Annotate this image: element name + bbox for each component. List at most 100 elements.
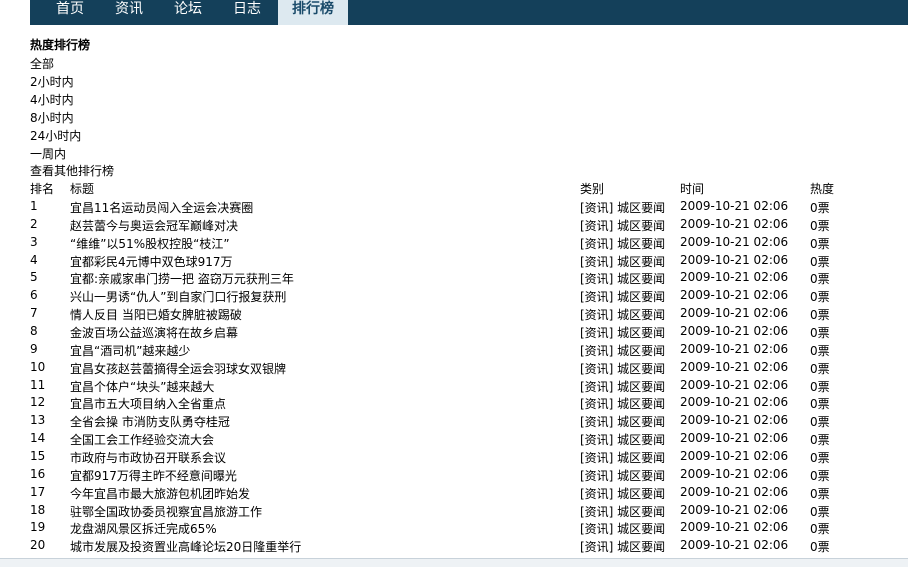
row-title-link[interactable]: 赵芸蕾今与奥运会冠军巅峰对决 <box>70 217 238 234</box>
row-category-link[interactable]: [资讯] 城区要闻 <box>580 342 665 359</box>
row-rank: 20 <box>30 538 46 553</box>
row-time: 2009-10-21 02:06 <box>680 270 789 285</box>
row-category-link[interactable]: [资讯] 城区要闻 <box>580 431 665 448</box>
row-time: 2009-10-21 02:06 <box>680 466 789 481</box>
row-time: 2009-10-21 02:06 <box>680 324 789 338</box>
row-rank: 7 <box>30 306 38 321</box>
row-category-link[interactable]: [资讯] 城区要闻 <box>580 395 665 412</box>
row-category-link[interactable]: [资讯] 城区要闻 <box>580 270 665 287</box>
row-time: 2009-10-21 02:06 <box>680 395 789 410</box>
row-title-link[interactable]: 驻鄂全国政协委员视察宜昌旅游工作 <box>70 503 262 520</box>
row-title-link[interactable]: 市政府与市政协召开联系会议 <box>70 449 226 466</box>
row-title-link[interactable]: “维维”以51%股权控股“枝江” <box>70 235 230 252</box>
row-title-link[interactable]: 宜都彩民4元博中双色球917万 <box>70 253 233 270</box>
table-row: 6 兴山一男诱“仇人”到自家门口行报复获刑 [资讯] 城区要闻 2009-10-21 … <box>0 288 908 306</box>
table-row: 18 驻鄂全国政协委员视察宜昌旅游工作 [资讯] 城区要闻 2009-10-21 02… <box>0 503 908 521</box>
row-category-link[interactable]: [资讯] 城区要闻 <box>580 288 665 305</box>
row-heat: 0票 <box>810 218 830 233</box>
filter-2h[interactable]: 2小时内 <box>30 73 74 90</box>
row-rank: 4 <box>30 252 38 267</box>
row-heat: 0票 <box>810 397 830 412</box>
row-heat: 0票 <box>810 272 830 287</box>
table-row: 5 宜都:亲戚家串门捞一把 盗窃万元获刑三年 [资讯] 城区要闻 2009-10-21… <box>0 270 908 288</box>
table-header: 排名 标题 类别 时间 热度 <box>0 180 908 198</box>
row-title-link[interactable]: 全国工会工作经验交流大会 <box>70 431 214 448</box>
nav-blog[interactable]: 日志 <box>233 0 261 25</box>
row-rank: 16 <box>30 466 46 481</box>
row-title-link[interactable]: 城市发展及投资置业高峰论坛20日隆重举行 <box>70 538 301 555</box>
row-title-link[interactable]: 兴山一男诱“仇人”到自家门口行报复获刑 <box>70 288 286 305</box>
row-rank: 9 <box>30 341 38 356</box>
row-heat: 0票 <box>810 308 830 323</box>
row-title-link[interactable]: 宜都:亲戚家串门捞一把 盗窃万元获刑三年 <box>70 270 294 287</box>
row-rank: 3 <box>30 234 38 249</box>
row-category-link[interactable]: [资讯] 城区要闻 <box>580 449 665 466</box>
row-heat: 0票 <box>810 254 830 269</box>
table-row: 7 情人反目 当阳已婚女脾脏被踢破 [资讯] 城区要闻 2009-10-21 02:0… <box>0 306 908 324</box>
row-category-link[interactable]: [资讯] 城区要闻 <box>580 253 665 270</box>
row-category-link[interactable]: [资讯] 城区要闻 <box>580 324 665 341</box>
filter-all[interactable]: 全部 <box>30 55 54 72</box>
row-category-link[interactable]: [资讯] 城区要闻 <box>580 199 665 216</box>
row-title-link[interactable]: 龙盘湖风景区拆迁完成65% <box>70 520 217 537</box>
row-rank: 13 <box>30 413 46 428</box>
row-title-link[interactable]: 宜昌“酒司机”越来越少 <box>70 342 190 359</box>
row-title-link[interactable]: 宜昌11名运动员闯入全运会决赛圈 <box>70 199 253 216</box>
nav-ranking[interactable]: 排行榜 <box>278 0 348 25</box>
row-time: 2009-10-21 02:06 <box>680 520 789 535</box>
row-category-link[interactable]: [资讯] 城区要闻 <box>580 467 665 484</box>
row-category-link[interactable]: [资讯] 城区要闻 <box>580 538 665 555</box>
row-time: 2009-10-21 02:06 <box>680 448 789 463</box>
row-title-link[interactable]: 宜都917万得主昨不经意间曝光 <box>70 467 237 484</box>
table-row: 3 “维维”以51%股权控股“枝江” [资讯] 城区要闻 2009-10-21 02:… <box>0 235 908 253</box>
row-time: 2009-10-21 02:06 <box>680 199 789 213</box>
filter-week[interactable]: 一周内 <box>30 145 66 162</box>
row-category-link[interactable]: [资讯] 城区要闻 <box>580 360 665 377</box>
row-rank: 1 <box>30 199 38 213</box>
row-category-link[interactable]: [资讯] 城区要闻 <box>580 503 665 520</box>
row-category-link[interactable]: [资讯] 城区要闻 <box>580 378 665 395</box>
row-category-link[interactable]: [资讯] 城区要闻 <box>580 306 665 323</box>
nav-forum[interactable]: 论坛 <box>174 0 202 25</box>
row-time: 2009-10-21 02:06 <box>680 431 789 446</box>
row-category-link[interactable]: [资讯] 城区要闻 <box>580 235 665 252</box>
table-row: 4 宜都彩民4元博中双色球917万 [资讯] 城区要闻 2009-10-21 02:0… <box>0 253 908 271</box>
row-category-link[interactable]: [资讯] 城区要闻 <box>580 520 665 537</box>
row-time: 2009-10-21 02:06 <box>680 288 789 303</box>
row-time: 2009-10-21 02:06 <box>680 252 789 267</box>
row-category-link[interactable]: [资讯] 城区要闻 <box>580 217 665 234</box>
row-heat: 0票 <box>810 361 830 376</box>
nav-news[interactable]: 资讯 <box>115 0 143 25</box>
row-rank: 18 <box>30 502 46 517</box>
row-title-link[interactable]: 今年宜昌市最大旅游包机团昨始发 <box>70 485 250 502</box>
filter-8h[interactable]: 8小时内 <box>30 109 74 126</box>
row-category-link[interactable]: [资讯] 城区要闻 <box>580 413 665 430</box>
row-title-link[interactable]: 宜昌女孩赵芸蕾摘得全运会羽球女双银牌 <box>70 360 286 377</box>
row-heat: 0票 <box>810 522 830 537</box>
row-title-link[interactable]: 全省会操 市消防支队勇夺桂冠 <box>70 413 230 430</box>
other-rankings-link[interactable]: 查看其他排行榜 <box>30 162 114 179</box>
row-title-link[interactable]: 情人反目 当阳已婚女脾脏被踢破 <box>70 306 242 323</box>
filter-4h[interactable]: 4小时内 <box>30 91 74 108</box>
row-time: 2009-10-21 02:06 <box>680 484 789 499</box>
header-heat: 热度 <box>810 182 835 196</box>
row-heat: 0票 <box>810 504 830 519</box>
row-time: 2009-10-21 02:06 <box>680 413 789 428</box>
row-time: 2009-10-21 02:06 <box>680 377 789 392</box>
row-title-link[interactable]: 宜昌个体户“块头”越来越大 <box>70 378 214 395</box>
table-row: 2 赵芸蕾今与奥运会冠军巅峰对决 [资讯] 城区要闻 2009-10-21 02:06… <box>0 217 908 235</box>
row-rank: 19 <box>30 520 46 535</box>
row-title-link[interactable]: 宜昌市五大项目纳入全省重点 <box>70 395 226 412</box>
filter-24h[interactable]: 24小时内 <box>30 127 81 144</box>
row-rank: 5 <box>30 270 38 285</box>
row-category-link[interactable]: [资讯] 城区要闻 <box>580 485 665 502</box>
row-title-link[interactable]: 金波百场公益巡演将在故乡启幕 <box>70 324 238 341</box>
row-heat: 0票 <box>810 450 830 465</box>
table-row: 19 龙盘湖风景区拆迁完成65% [资讯] 城区要闻 2009-10-21 02:06… <box>0 520 908 538</box>
row-time: 2009-10-21 02:06 <box>680 234 789 249</box>
row-rank: 11 <box>30 377 46 392</box>
row-time: 2009-10-21 02:06 <box>680 216 789 231</box>
row-heat: 0票 <box>810 290 830 305</box>
nav-home[interactable]: 首页 <box>56 0 84 25</box>
row-heat: 0票 <box>810 343 830 358</box>
